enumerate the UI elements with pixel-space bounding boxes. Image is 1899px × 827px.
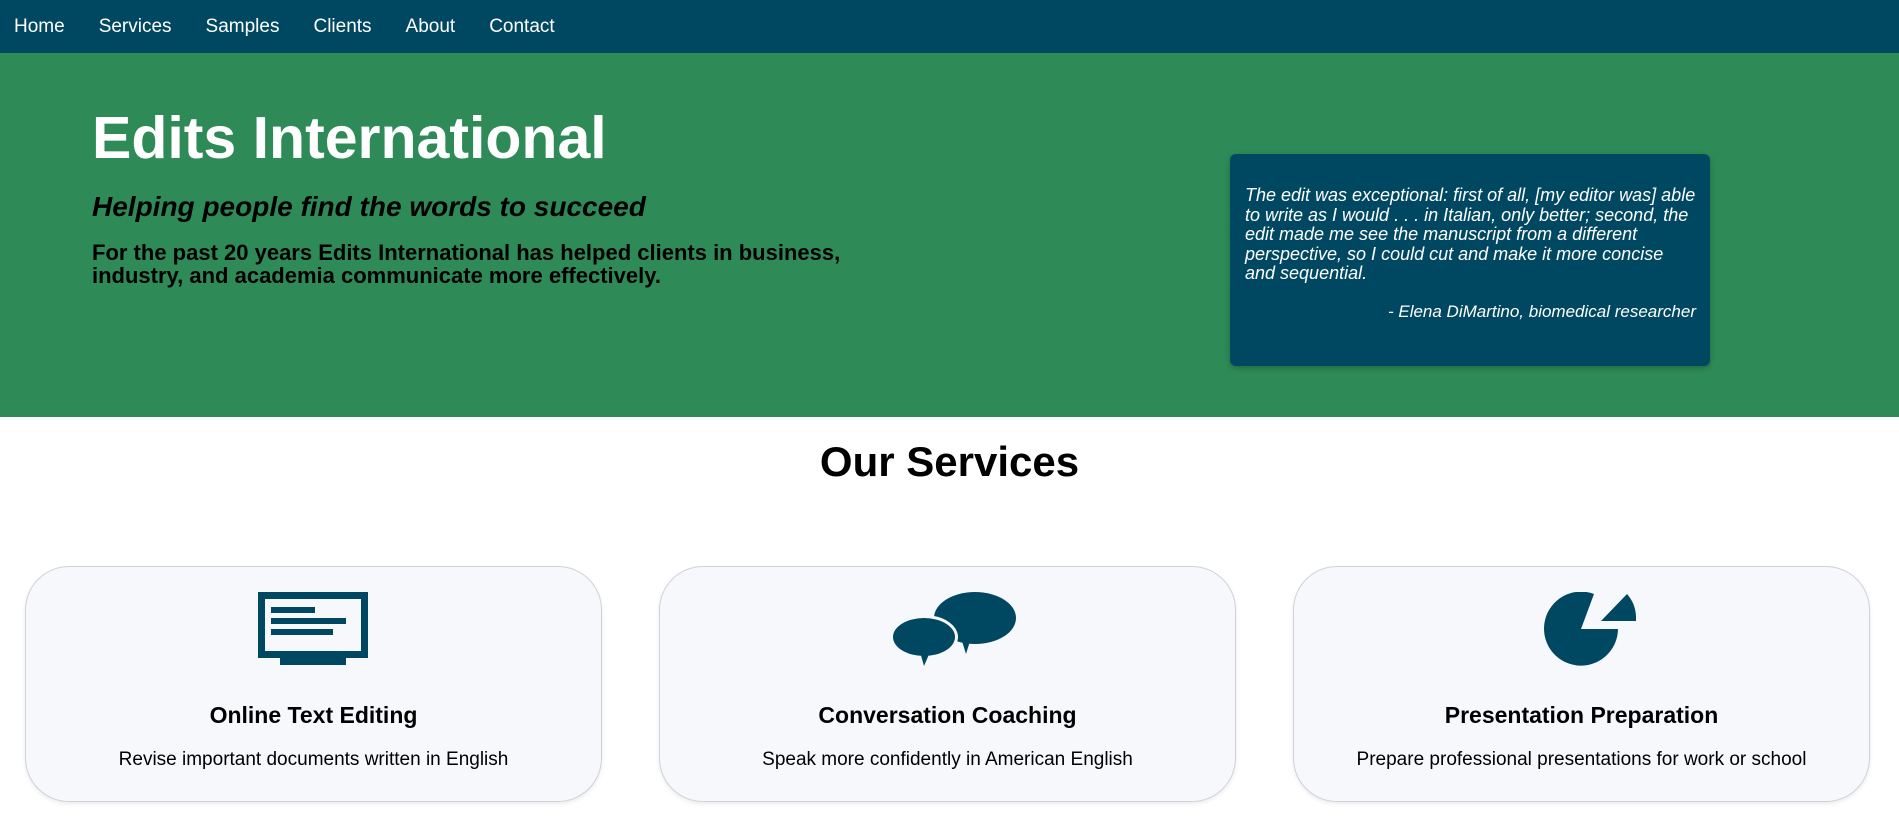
top-nav: Home Services Samples Clients About Cont… [0, 0, 1899, 53]
service-description: Prepare professional presentations for w… [1356, 749, 1807, 770]
hero-tagline: Helping people find the words to succeed [92, 191, 646, 222]
nav-home-link[interactable]: Home [0, 0, 79, 53]
service-card-text-editing[interactable]: Online Text Editing Revise important doc… [25, 566, 602, 802]
nav-contact-link[interactable]: Contact [475, 0, 568, 53]
hero-title: Edits International [92, 105, 607, 171]
service-title: Presentation Preparation [1444, 702, 1719, 728]
nav-services-link[interactable]: Services [85, 0, 186, 53]
services-heading: Our Services [819, 438, 1080, 485]
nav-samples-link[interactable]: Samples [192, 0, 294, 53]
monitor-text-icon [26, 592, 601, 670]
pie-chart-icon [1294, 591, 1869, 670]
hero-intro: Edits International Helping people find … [92, 103, 932, 287]
speech-bubbles-icon [660, 592, 1235, 670]
service-card-presentation-preparation[interactable]: Presentation Preparation Prepare profess… [1293, 566, 1870, 802]
service-card-conversation-coaching[interactable]: Conversation Coaching Speak more confide… [659, 566, 1236, 802]
service-title: Conversation Coaching [818, 702, 1077, 728]
service-description: Revise important documents written in En… [118, 749, 509, 770]
hero-description: For the past 20 years Edits Internationa… [92, 240, 841, 288]
nav-clients-link[interactable]: Clients [299, 0, 385, 53]
testimonial-quote: The edit was exceptional: first of all, … [1245, 185, 1696, 283]
hero-section: Edits International Helping people find … [0, 53, 1899, 417]
services-cards: Online Text Editing Revise important doc… [25, 566, 1870, 804]
testimonial-author: - Elena DiMartino, biomedical researcher [1387, 301, 1696, 321]
service-title: Online Text Editing [209, 702, 418, 728]
service-description: Speak more confidently in American Engli… [762, 749, 1133, 770]
nav-about-link[interactable]: About [392, 0, 470, 53]
testimonial-box: The edit was exceptional: first of all, … [1230, 154, 1710, 366]
